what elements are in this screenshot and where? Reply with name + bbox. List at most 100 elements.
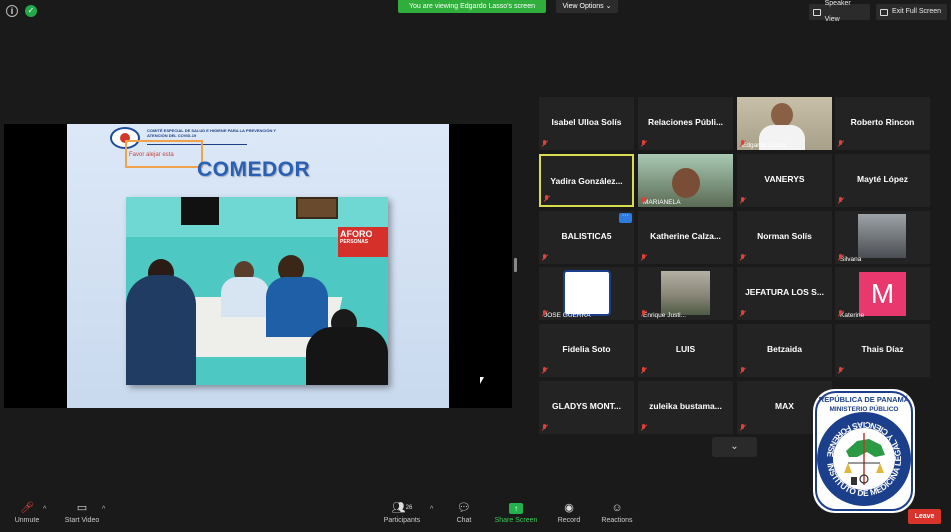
- exit-full-screen-icon: [880, 8, 888, 16]
- mic-muted-icon: [740, 140, 746, 147]
- participant-tile[interactable]: VANERYS: [737, 154, 832, 207]
- participant-tile[interactable]: Yadira González...: [539, 154, 634, 207]
- splitter-handle[interactable]: [514, 258, 517, 272]
- participant-name: Isabel Ulloa Solís: [551, 117, 622, 127]
- participant-tile[interactable]: LUIS: [638, 324, 733, 377]
- participant-name: Betzaida: [767, 344, 802, 354]
- chevron-down-icon: ⌄: [605, 3, 612, 10]
- mic-muted-icon: [641, 424, 647, 431]
- institute-seal: REPÚBLICA DE PANAMÁ MINISTERIO PÚBLICO I…: [813, 389, 915, 513]
- video-options-caret-icon[interactable]: ^: [102, 506, 105, 513]
- view-options-button[interactable]: View Options ⌄: [556, 0, 618, 13]
- participant-tile[interactable]: JEFATURA LOS S...: [737, 267, 832, 320]
- slide-title: COMEDOR: [197, 158, 311, 181]
- start-video-button[interactable]: ▭ Start Video: [63, 502, 101, 525]
- participant-tile[interactable]: Silvana: [835, 211, 930, 264]
- participant-name: Roberto Rincon: [850, 117, 915, 127]
- shared-screen[interactable]: COMITÉ ESPECIAL DE SALUD E HIGIENE PARA …: [4, 124, 512, 408]
- participant-tile[interactable]: Mayté López: [835, 154, 930, 207]
- unmute-label: Unmute: [14, 517, 40, 524]
- participant-tile[interactable]: JOSE GUERRA: [539, 267, 634, 320]
- participant-tile[interactable]: Katherine Calza...: [638, 211, 733, 264]
- participant-tile[interactable]: Roberto Rincon: [835, 97, 930, 150]
- viewing-banner: You are viewing Edgardo Lasso's screen: [398, 0, 546, 13]
- participant-name: VANERYS: [764, 174, 805, 184]
- chat-icon: 💬︎: [457, 502, 471, 514]
- mic-muted-icon: [542, 140, 548, 147]
- record-label: Record: [557, 517, 581, 524]
- mic-muted-icon: [641, 197, 647, 204]
- aforo-sign-sub: PERSONAS: [340, 239, 369, 245]
- participant-tile[interactable]: Relaciones Públi...: [638, 97, 733, 150]
- speaker-view-button[interactable]: Speaker View: [809, 0, 870, 23]
- shield-check-icon[interactable]: ✓: [25, 5, 37, 17]
- participant-tile[interactable]: Isabel Ulloa Solís: [539, 97, 634, 150]
- aforo-sign-title: AFORO: [340, 229, 373, 239]
- mouse-cursor-icon: [480, 377, 484, 384]
- participant-name: MARIANELA: [643, 199, 681, 206]
- reactions-label: Reactions: [601, 517, 633, 524]
- participant-tile[interactable]: Norman Solís: [737, 211, 832, 264]
- leave-button[interactable]: Leave: [908, 509, 941, 524]
- video-emblem: [563, 270, 611, 316]
- chat-button[interactable]: 💬︎ Chat: [453, 502, 475, 525]
- dining-room-photo: AFORO PERSONAS: [126, 197, 388, 385]
- mic-muted-icon: [838, 140, 844, 147]
- shared-slide: COMITÉ ESPECIAL DE SALUD E HIGIENE PARA …: [67, 124, 449, 408]
- highlight-note: Favor alejar esta: [129, 152, 174, 158]
- participants-icon: 👥︎26: [391, 502, 413, 514]
- speaker-view-icon: [813, 8, 821, 16]
- participants-caret-icon[interactable]: ^: [430, 506, 433, 513]
- participant-tile[interactable]: GLADYS MONT...: [539, 381, 634, 434]
- participant-tile[interactable]: Enrique Justi...: [638, 267, 733, 320]
- mic-muted-icon: [838, 310, 844, 317]
- speaker-view-label: Speaker View: [824, 0, 851, 23]
- mic-muted-icon: [740, 254, 746, 261]
- unmute-button[interactable]: 🎤︎ Unmute: [13, 503, 41, 525]
- participant-tile[interactable]: Betzaida: [737, 324, 832, 377]
- view-options-label: View Options: [562, 3, 604, 10]
- participant-name: Fidelia Soto: [562, 344, 611, 354]
- audio-options-caret-icon[interactable]: ^: [43, 506, 46, 513]
- video-person: [771, 103, 793, 127]
- participant-tile[interactable]: M Katerine: [835, 267, 930, 320]
- participant-tile[interactable]: Thais Díaz: [835, 324, 930, 377]
- record-button[interactable]: ◉ Record: [556, 503, 582, 525]
- mic-muted-icon: [544, 195, 550, 202]
- participant-tile[interactable]: Edgardo Lasso: [737, 97, 832, 150]
- exit-full-screen-label: Exit Full Screen: [892, 8, 942, 15]
- participant-name: Katherine Calza...: [650, 231, 721, 241]
- mic-muted-icon: [838, 367, 844, 374]
- video-landscape: [661, 271, 710, 315]
- seal-line-1: REPÚBLICA DE PANAMÁ: [819, 395, 910, 404]
- photo-tv: [181, 197, 219, 225]
- participant-tile[interactable]: Fidelia Soto: [539, 324, 634, 377]
- mic-muted-icon: [740, 424, 746, 431]
- participant-name: Edgardo Lasso: [742, 142, 786, 149]
- person-1: [126, 275, 196, 385]
- mic-muted-icon: [838, 254, 844, 261]
- participant-tile[interactable]: MARIANELA: [638, 154, 733, 207]
- mic-muted-icon: [740, 367, 746, 374]
- share-screen-label: Share Screen: [494, 517, 538, 524]
- mic-muted-icon: [641, 310, 647, 317]
- participant-tile[interactable]: zuleika bustama...: [638, 381, 733, 434]
- participant-name: Relaciones Públi...: [647, 117, 724, 127]
- mic-muted-icon: [641, 254, 647, 261]
- share-screen-icon: ↑: [509, 503, 523, 514]
- person-3: [266, 277, 328, 337]
- photo-frame: [296, 197, 338, 219]
- more-options-icon[interactable]: ···: [619, 212, 632, 223]
- share-screen-button[interactable]: ↑ Share Screen: [494, 503, 538, 524]
- slide-header: COMITÉ ESPECIAL DE SALUD E HIGIENE PARA …: [147, 128, 276, 138]
- participants-button[interactable]: 👥︎26 Participants: [381, 502, 423, 525]
- reactions-button[interactable]: ☺ Reactions: [600, 503, 634, 525]
- person-2: [221, 277, 269, 317]
- mic-muted-icon: [641, 367, 647, 374]
- video-off-icon: ▭: [76, 502, 88, 514]
- mic-muted-icon: [641, 140, 647, 147]
- participant-name: Yadira González...: [550, 176, 623, 186]
- gallery-scroll-down-button[interactable]: ⌄: [712, 437, 757, 457]
- exit-full-screen-button[interactable]: Exit Full Screen: [876, 4, 947, 20]
- info-icon[interactable]: i: [6, 5, 18, 17]
